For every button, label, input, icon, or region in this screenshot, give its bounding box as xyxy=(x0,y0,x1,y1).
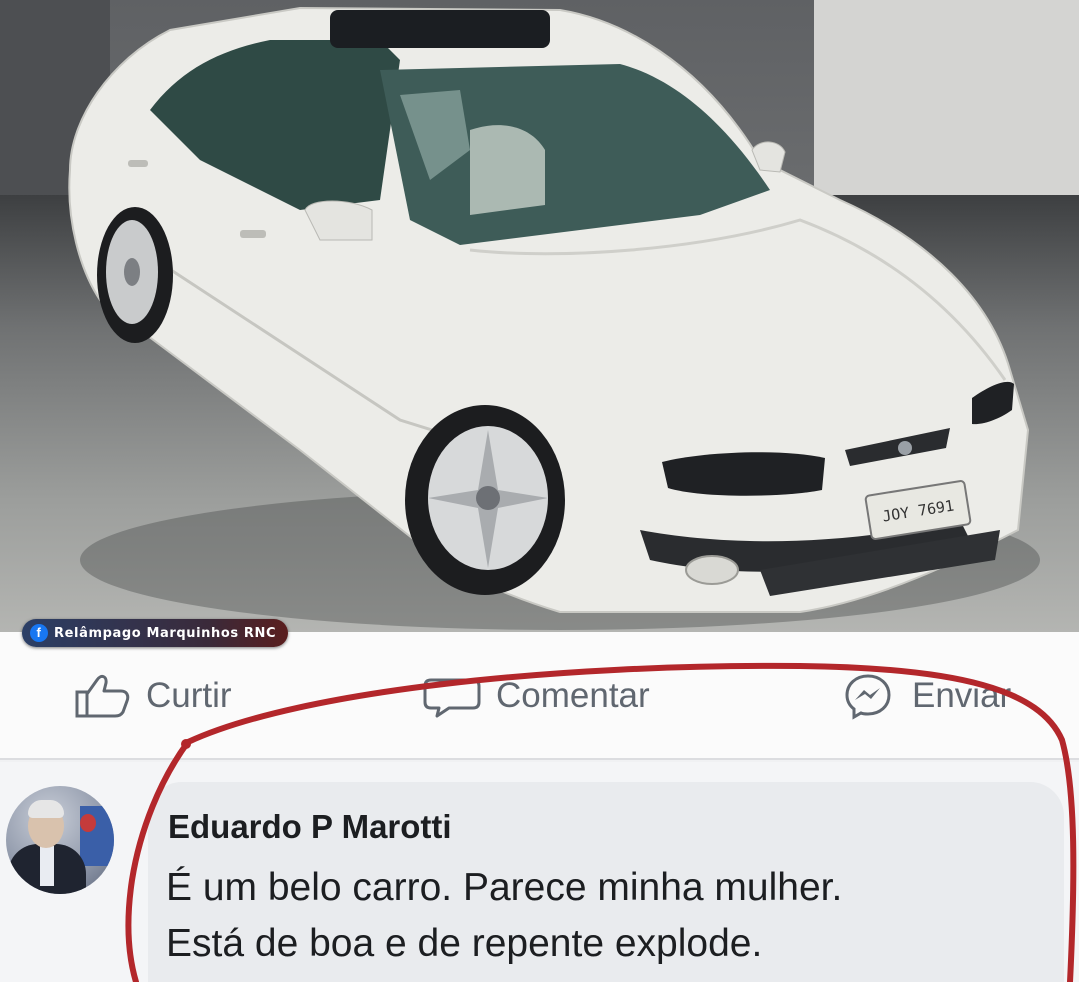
like-button[interactable]: Curtir xyxy=(72,672,232,720)
send-label: Enviar xyxy=(912,676,1012,715)
comment-text-line-1: É um belo carro. Parece minha mulher. xyxy=(166,866,843,909)
post-photo[interactable]: JOY 7691 xyxy=(0,0,1079,632)
avatar[interactable] xyxy=(6,786,114,894)
messenger-icon xyxy=(838,672,898,720)
thumbs-up-icon xyxy=(72,672,132,720)
comment-author[interactable]: Eduardo P Marotti xyxy=(168,808,452,846)
page-watermark-label: Relâmpago Marquinhos RNC xyxy=(54,625,277,641)
actions-divider xyxy=(0,758,1079,760)
page-watermark-badge: f Relâmpago Marquinhos RNC xyxy=(22,619,289,647)
comment-button[interactable]: Comentar xyxy=(422,672,650,720)
like-label: Curtir xyxy=(146,676,232,715)
comment-label: Comentar xyxy=(496,676,650,715)
comment-text-line-2: Está de boa e de repente explode. xyxy=(166,922,763,965)
comment-bubble-icon xyxy=(422,672,482,720)
facebook-icon: f xyxy=(30,624,48,642)
send-button[interactable]: Enviar xyxy=(838,672,1011,720)
white-sedan-illustration: JOY 7691 xyxy=(68,6,1040,630)
